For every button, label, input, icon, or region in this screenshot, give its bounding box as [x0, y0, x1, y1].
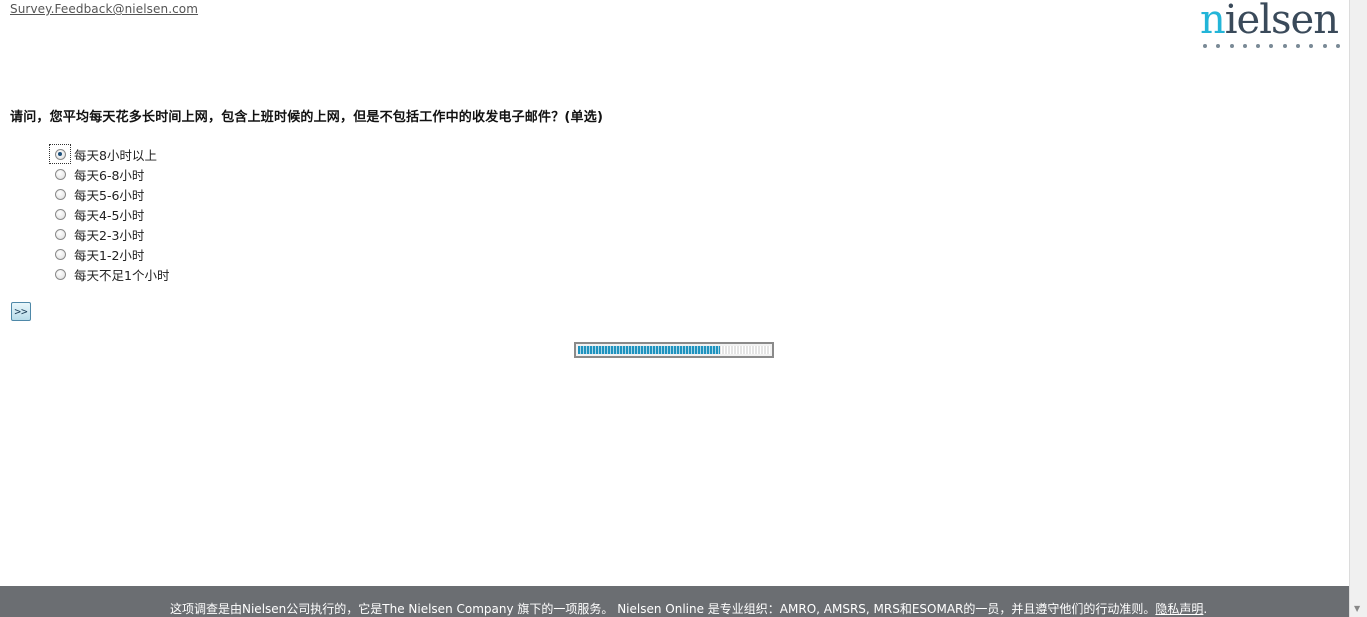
- survey-page: Survey.Feedback@nielsen.com nielsen 请问，您…: [0, 0, 1349, 617]
- option-label[interactable]: 每天5-6小时: [74, 185, 144, 204]
- radio-button[interactable]: [54, 248, 66, 260]
- radio-button[interactable]: [54, 228, 66, 240]
- answer-options: 每天8小时以上 每天6-8小时 每天5-6小时 每天4-5小时 每天2-3小时 每天1-2…: [49, 144, 169, 284]
- answer-option[interactable]: 每天不足1个小时: [50, 264, 169, 284]
- logo-dots: [1203, 44, 1349, 48]
- radio-wrapper[interactable]: [50, 165, 70, 183]
- answer-option[interactable]: 每天6-8小时: [50, 164, 169, 184]
- radio-button[interactable]: [54, 148, 66, 160]
- option-label[interactable]: 每天不足1个小时: [74, 265, 169, 284]
- footer: 这项调查是由Nielsen公司执行的，它是The Nielsen Company…: [0, 586, 1349, 617]
- next-button[interactable]: >>: [11, 302, 31, 321]
- option-label[interactable]: 每天1-2小时: [74, 245, 144, 264]
- feedback-email-link[interactable]: Survey.Feedback@nielsen.com: [10, 2, 198, 16]
- radio-wrapper[interactable]: [49, 144, 71, 164]
- radio-button[interactable]: [54, 208, 66, 220]
- privacy-link[interactable]: 隐私声明: [1155, 602, 1203, 616]
- answer-option[interactable]: 每天8小时以上: [49, 144, 169, 164]
- answer-option[interactable]: 每天5-6小时: [50, 184, 169, 204]
- radio-wrapper[interactable]: [50, 245, 70, 263]
- radio-wrapper[interactable]: [50, 185, 70, 203]
- nielsen-logo: nielsen: [1200, 0, 1340, 54]
- progress-bar: [574, 342, 774, 358]
- vertical-scrollbar[interactable]: ▼: [1349, 0, 1367, 617]
- question-text: 请问，您平均每天花多长时间上网，包含上班时候的上网，但是不包括工作中的收发电子邮…: [10, 110, 604, 125]
- option-label[interactable]: 每天2-3小时: [74, 225, 144, 244]
- logo-wordmark: nielsen: [1200, 0, 1339, 43]
- progress-track: [578, 346, 770, 354]
- radio-button[interactable]: [54, 168, 66, 180]
- radio-button[interactable]: [54, 188, 66, 200]
- radio-button[interactable]: [54, 268, 66, 280]
- footer-text: 这项调查是由Nielsen公司执行的，它是The Nielsen Company…: [170, 602, 1208, 616]
- radio-wrapper[interactable]: [50, 265, 70, 283]
- answer-option[interactable]: 每天1-2小时: [50, 244, 169, 264]
- option-label[interactable]: 每天4-5小时: [74, 205, 144, 224]
- option-label[interactable]: 每天6-8小时: [74, 165, 144, 184]
- progress-fill: [578, 346, 721, 354]
- option-label[interactable]: 每天8小时以上: [74, 145, 157, 164]
- answer-option[interactable]: 每天2-3小时: [50, 224, 169, 244]
- radio-wrapper[interactable]: [50, 225, 70, 243]
- answer-option[interactable]: 每天4-5小时: [50, 204, 169, 224]
- scroll-down-arrow-icon[interactable]: ▼: [1354, 604, 1360, 613]
- radio-wrapper[interactable]: [50, 205, 70, 223]
